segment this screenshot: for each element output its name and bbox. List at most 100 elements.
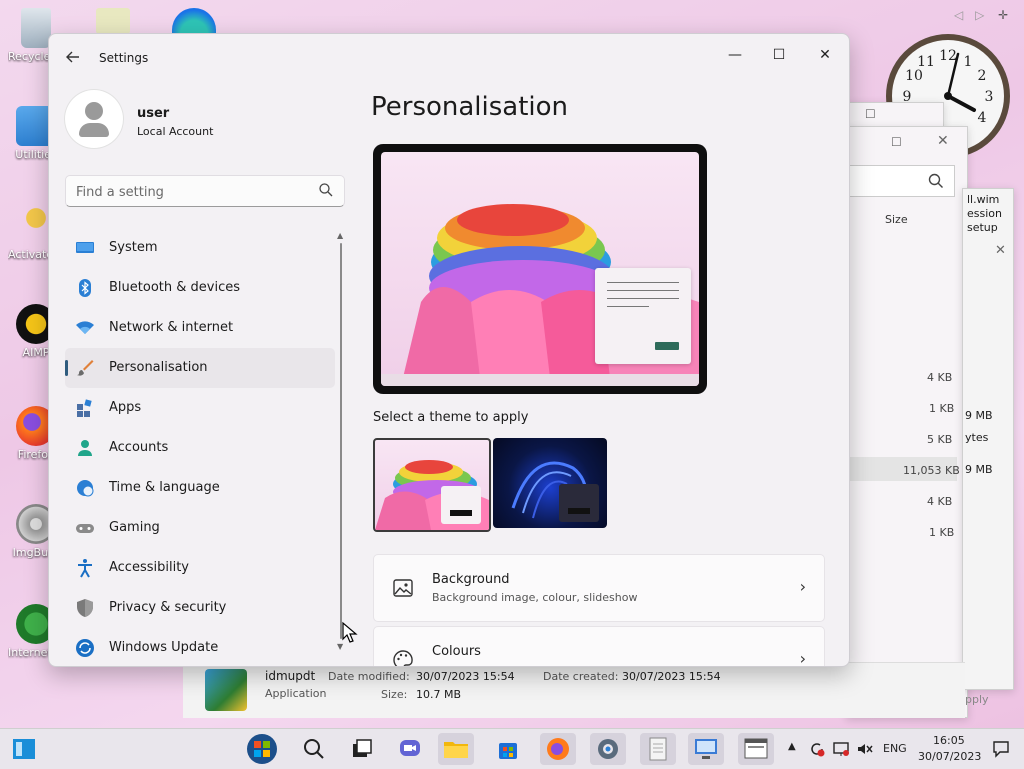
background-explorer-window[interactable]: ☐ ✕ Size 4 KB 1 KB 5 KB 11,053 KB 4 KB 1… bbox=[846, 126, 968, 718]
notifications-icon[interactable] bbox=[992, 740, 1010, 758]
settings-window[interactable]: Settings — ☐ ✕ user Local Account System… bbox=[48, 33, 850, 667]
nav-item-accessibility[interactable]: Accessibility bbox=[65, 548, 335, 588]
close-icon: ✕ bbox=[819, 47, 831, 63]
taskbar-search-button[interactable] bbox=[296, 733, 332, 765]
search-icon bbox=[304, 739, 324, 759]
title-bar[interactable]: Settings — ☐ ✕ bbox=[49, 34, 849, 80]
nav-label: Accessibility bbox=[109, 560, 189, 575]
theme-option-dark[interactable] bbox=[493, 438, 607, 528]
file-size: 11,053 KB bbox=[903, 464, 960, 477]
remote-desktop-button[interactable] bbox=[688, 733, 724, 765]
close-icon[interactable]: ✕ bbox=[937, 133, 949, 149]
search-icon bbox=[928, 173, 943, 188]
add-gadget-icon[interactable]: ✛ bbox=[998, 8, 1008, 22]
preview-wallpaper bbox=[381, 152, 699, 386]
taskbar-date[interactable]: 30/07/2023 bbox=[918, 750, 981, 763]
svg-text:12: 12 bbox=[939, 48, 957, 64]
task-view-button[interactable] bbox=[344, 733, 380, 765]
settings-nav: System Bluetooth & devices Network & int… bbox=[65, 228, 335, 666]
nav-item-gaming[interactable]: Gaming bbox=[65, 508, 335, 548]
start-button[interactable] bbox=[244, 733, 280, 765]
input-language[interactable]: ENG bbox=[883, 742, 907, 755]
back-arrow-icon[interactable] bbox=[63, 47, 83, 67]
desktop-panel-icon bbox=[13, 739, 35, 759]
close-button[interactable]: ✕ bbox=[803, 40, 847, 70]
details-size-label: Size: bbox=[381, 688, 408, 701]
palette-icon bbox=[393, 650, 413, 666]
account-type: Local Account bbox=[137, 125, 214, 138]
scroll-up-icon[interactable]: ▲ bbox=[337, 231, 343, 240]
svg-text:1: 1 bbox=[964, 54, 973, 70]
details-size: 10.7 MB bbox=[416, 688, 462, 701]
card-subtitle: Background image, colour, slideshow bbox=[432, 591, 638, 604]
maximize-button[interactable]: ☐ bbox=[757, 40, 801, 70]
person-icon bbox=[78, 440, 92, 456]
chevron-right-icon: › bbox=[799, 577, 806, 596]
firefox-button[interactable] bbox=[540, 733, 576, 765]
page-title: Personalisation bbox=[371, 92, 569, 122]
wifi-icon bbox=[76, 321, 94, 334]
nav-item-apps[interactable]: Apps bbox=[65, 388, 335, 428]
nav-item-system[interactable]: System bbox=[65, 228, 335, 268]
taskbar: ▲ ENG 16:05 30/07/2023 bbox=[0, 728, 1024, 769]
details-date-modified: 30/07/2023 15:54 bbox=[416, 670, 515, 683]
settings-button[interactable] bbox=[590, 733, 626, 765]
prev-icon[interactable]: ◁ bbox=[954, 8, 963, 22]
notepad-button[interactable] bbox=[640, 733, 676, 765]
explorer-search-box[interactable] bbox=[847, 165, 955, 197]
gadget-controls: ◁ ▷ ✛ bbox=[954, 8, 1008, 22]
find-setting-box[interactable] bbox=[65, 175, 345, 207]
edge-icon[interactable] bbox=[172, 8, 216, 34]
search-icon[interactable] bbox=[318, 182, 334, 198]
network-status-icon[interactable] bbox=[832, 740, 850, 758]
file-explorer-button[interactable] bbox=[438, 733, 474, 765]
minimize-button[interactable]: — bbox=[713, 40, 757, 70]
file-size: 4 KB bbox=[927, 371, 953, 384]
maximize-icon[interactable]: ☐ bbox=[865, 107, 876, 121]
theme-option-light[interactable] bbox=[373, 438, 491, 532]
scrollbar-thumb[interactable] bbox=[340, 243, 342, 639]
store-button[interactable] bbox=[490, 733, 526, 765]
nav-item-personalisation[interactable]: Personalisation bbox=[65, 348, 335, 388]
show-desktop-button[interactable] bbox=[6, 733, 42, 765]
details-file-name: idmupdt bbox=[265, 669, 316, 683]
speaker-muted-icon[interactable] bbox=[856, 740, 874, 758]
nav-scrollbar[interactable]: ▲ ▼ bbox=[337, 231, 345, 651]
maximize-icon: ☐ bbox=[772, 47, 786, 63]
nav-item-accounts[interactable]: Accounts bbox=[65, 428, 335, 468]
find-setting-input[interactable] bbox=[74, 181, 313, 203]
colours-settings-card[interactable]: Colours › bbox=[373, 626, 825, 666]
user-name: user bbox=[137, 106, 170, 121]
refresh-alert-icon[interactable] bbox=[808, 740, 826, 758]
background-window-1[interactable]: ☐ bbox=[846, 102, 944, 128]
nav-label: System bbox=[109, 240, 158, 255]
file-size: 1 KB bbox=[929, 526, 955, 539]
taskbar-time[interactable]: 16:05 bbox=[933, 734, 965, 747]
chat-icon bbox=[400, 740, 420, 756]
background-settings-card[interactable]: Background Background image, colour, sli… bbox=[373, 554, 825, 622]
next-icon[interactable]: ▷ bbox=[975, 8, 984, 22]
nav-label: Windows Update bbox=[109, 640, 219, 655]
task-view-icon bbox=[353, 739, 372, 757]
side-text: ytes bbox=[965, 431, 989, 444]
file-size: 4 KB bbox=[927, 495, 953, 508]
show-hidden-icons-icon[interactable]: ▲ bbox=[788, 741, 796, 752]
shield-icon bbox=[77, 599, 93, 617]
chat-button[interactable] bbox=[392, 733, 428, 765]
app-window-icon bbox=[744, 738, 768, 759]
close-icon[interactable]: ✕ bbox=[995, 243, 1006, 258]
maximize-icon[interactable]: ☐ bbox=[891, 135, 902, 149]
column-size-header[interactable]: Size bbox=[885, 213, 908, 226]
nav-item-network[interactable]: Network & internet bbox=[65, 308, 335, 348]
store-icon bbox=[499, 743, 517, 759]
nav-item-time-language[interactable]: Time & language bbox=[65, 468, 335, 508]
recycle-bin-icon bbox=[21, 8, 51, 48]
mouse-cursor-icon bbox=[342, 621, 358, 643]
nav-item-bluetooth[interactable]: Bluetooth & devices bbox=[65, 268, 335, 308]
background-window-3[interactable]: ll.wim ession setup ✕ 9 MB ytes 9 MB ppl… bbox=[962, 188, 1014, 706]
nav-item-windows-update[interactable]: Windows Update bbox=[65, 628, 335, 666]
nav-item-privacy[interactable]: Privacy & security bbox=[65, 588, 335, 628]
notepad-icon[interactable] bbox=[96, 8, 130, 34]
app-window-button[interactable] bbox=[738, 733, 774, 765]
apply-button[interactable]: pply bbox=[965, 693, 989, 706]
